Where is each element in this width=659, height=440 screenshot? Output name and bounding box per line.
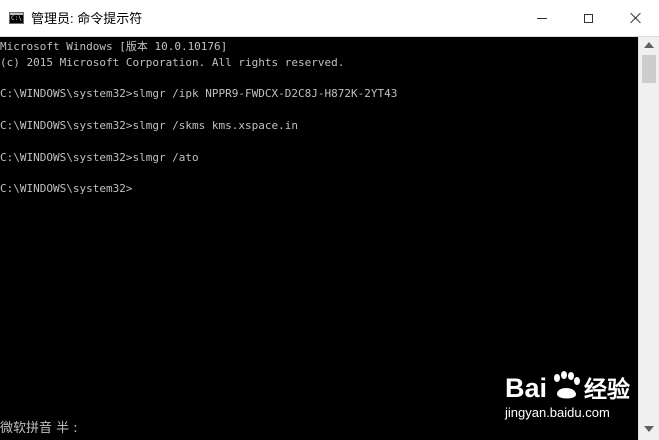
scroll-down-icon[interactable]: [644, 426, 654, 432]
ime-status-bar: 微软拼音 半 :: [0, 421, 78, 436]
jingyan-logo-text: 经验: [584, 376, 630, 403]
watermark-url: jingyan.baidu.com: [505, 405, 610, 420]
title-bar[interactable]: C:\ 管理员: 命令提示符: [0, 0, 659, 37]
close-icon: [630, 12, 642, 24]
cmd-icon-glyph: C:\: [11, 15, 22, 22]
console-line: C:\WINDOWS\system32>slmgr /ipk NPPR9-FWD…: [0, 87, 398, 100]
maximize-icon: [583, 13, 593, 23]
console-line: Microsoft Windows [版本 10.0.10176]: [0, 40, 228, 53]
baidu-jingyan-watermark: Bai 经验 jingyan.baidu.com: [505, 368, 640, 428]
close-button[interactable]: [612, 0, 659, 36]
console-line: C:\WINDOWS\system32>slmgr /skms kms.xspa…: [0, 119, 299, 132]
window-title: 管理员: 命令提示符: [31, 11, 143, 26]
paw-icon: [554, 371, 580, 399]
baidu-logo: Bai 经验: [505, 371, 630, 403]
vertical-scrollbar[interactable]: [638, 37, 659, 440]
console-line: C:\WINDOWS\system32>slmgr /ato: [0, 151, 199, 164]
maximize-button[interactable]: [566, 0, 610, 36]
minimize-button[interactable]: [520, 0, 564, 36]
command-prompt-window: C:\ 管理员: 命令提示符 Microsoft Windows [版本 10.…: [0, 0, 659, 440]
console-prompt[interactable]: C:\WINDOWS\system32>: [0, 181, 132, 197]
scroll-up-icon[interactable]: [644, 42, 654, 48]
scroll-thumb[interactable]: [642, 55, 656, 83]
console-line: (c) 2015 Microsoft Corporation. All righ…: [0, 56, 345, 69]
cmd-icon[interactable]: C:\: [9, 12, 24, 24]
minimize-icon: [537, 17, 547, 19]
baidu-logo-text: Bai: [505, 373, 547, 403]
